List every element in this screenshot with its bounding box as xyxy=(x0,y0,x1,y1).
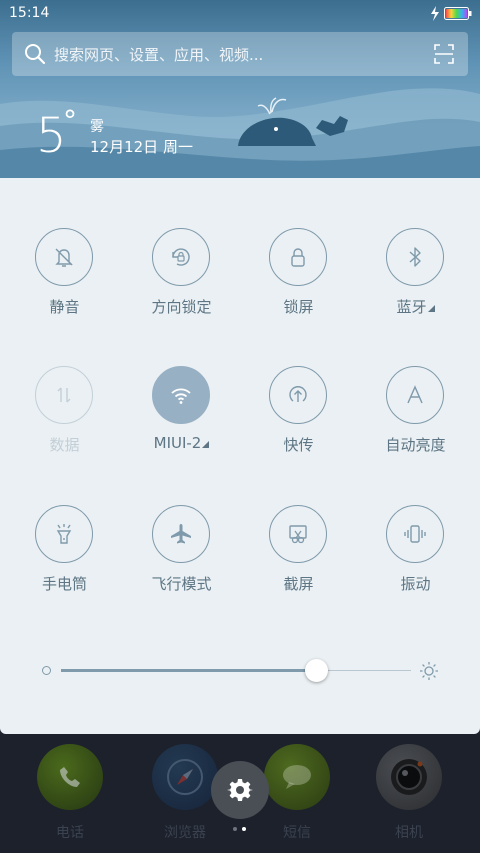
brightness-low-icon xyxy=(42,666,51,675)
page-dot-active xyxy=(242,827,246,831)
toggle-label: MIUI-2 xyxy=(153,434,202,452)
weather-date: 12月12日 周一 xyxy=(90,138,193,156)
toggle-vibrate[interactable]: 振动 xyxy=(357,505,474,605)
brightness-slider[interactable] xyxy=(40,656,442,684)
toggle-wifi[interactable]: MIUI-2 xyxy=(123,366,240,466)
toggle-screenshot[interactable]: 截屏 xyxy=(240,505,357,605)
wifi-icon xyxy=(152,366,210,424)
weather-header: 15:14 搜索网页、设置、应用、视频... 5 ° 雾 12月12日 周一 xyxy=(0,0,480,180)
toggle-lock-screen[interactable]: 锁屏 xyxy=(240,228,357,328)
brightness-fill xyxy=(61,669,317,672)
status-time: 15:14 xyxy=(9,5,50,21)
toggle-label: 手电筒 xyxy=(41,575,87,593)
battery-icon xyxy=(444,7,472,20)
app-label: 短信 xyxy=(283,825,311,841)
app-label: 相机 xyxy=(395,825,423,841)
toggle-bluetooth[interactable]: 蓝牙 xyxy=(357,228,474,328)
toggle-quick-transfer[interactable]: 快传 xyxy=(240,366,357,466)
temperature-value: 5 xyxy=(36,108,67,164)
airplane-icon xyxy=(152,505,210,563)
flashlight-icon xyxy=(35,505,93,563)
dock-app-phone[interactable]: 电话 xyxy=(30,744,110,842)
toggle-flashlight[interactable]: 手电筒 xyxy=(6,505,123,605)
gear-icon xyxy=(227,779,253,801)
page-dot xyxy=(233,827,237,831)
brightness-high-icon xyxy=(420,662,438,680)
toggle-label: 锁屏 xyxy=(283,298,314,316)
toggle-label-row: 蓝牙 xyxy=(357,296,474,317)
toggle-label: 振动 xyxy=(400,575,431,593)
charging-bolt-icon xyxy=(431,6,439,21)
quick-settings-panel: 静音 方向锁定 锁屏 蓝牙 数据 MIUI-2 快传 自动亮度 手电筒 飞行模式… xyxy=(0,178,480,734)
toggle-mute[interactable]: 静音 xyxy=(6,228,123,328)
brightness-thumb[interactable] xyxy=(305,659,328,682)
toggle-label: 数据 xyxy=(49,436,80,454)
toggle-label: 截屏 xyxy=(283,575,314,593)
page-indicator xyxy=(233,827,249,833)
lock-icon xyxy=(269,228,327,286)
toggle-label: 快传 xyxy=(283,436,314,454)
data-arrows-icon xyxy=(35,366,93,424)
toggle-rotation-lock[interactable]: 方向锁定 xyxy=(123,228,240,328)
toggle-auto-brightness[interactable]: 自动亮度 xyxy=(357,366,474,466)
status-bar: 15:14 xyxy=(0,0,480,28)
vibrate-icon xyxy=(386,505,444,563)
more-options-icon xyxy=(427,305,435,312)
toggle-label: 自动亮度 xyxy=(385,436,446,454)
screenshot-icon xyxy=(269,505,327,563)
bluetooth-icon xyxy=(386,228,444,286)
compass-icon xyxy=(152,744,218,810)
toggle-label-row: MIUI-2 xyxy=(123,434,240,452)
phone-icon xyxy=(37,744,103,810)
settings-button[interactable] xyxy=(211,761,269,819)
toggle-mobile-data[interactable]: 数据 xyxy=(6,366,123,466)
toggle-label: 蓝牙 xyxy=(396,298,427,316)
auto-brightness-icon xyxy=(386,366,444,424)
app-label: 浏览器 xyxy=(164,825,206,841)
search-icon xyxy=(25,44,46,65)
scan-icon[interactable] xyxy=(434,44,454,64)
search-placeholder: 搜索网页、设置、应用、视频... xyxy=(54,46,264,64)
mute-bell-icon xyxy=(35,228,93,286)
search-bar[interactable]: 搜索网页、设置、应用、视频... xyxy=(12,32,468,76)
rotation-lock-icon xyxy=(152,228,210,286)
message-icon xyxy=(264,744,330,810)
app-label: 电话 xyxy=(56,825,84,841)
toggle-label: 静音 xyxy=(49,298,80,316)
temperature-degree: ° xyxy=(63,104,77,137)
toggle-label: 飞行模式 xyxy=(151,575,212,593)
camera-icon xyxy=(376,744,442,810)
dock-app-messages[interactable]: 短信 xyxy=(257,744,337,842)
toggle-airplane-mode[interactable]: 飞行模式 xyxy=(123,505,240,605)
weather-condition: 雾 xyxy=(90,119,104,135)
dock-app-camera[interactable]: 相机 xyxy=(369,744,449,842)
toggle-label: 方向锁定 xyxy=(151,298,212,316)
quick-transfer-icon xyxy=(269,366,327,424)
more-options-icon xyxy=(202,441,210,448)
